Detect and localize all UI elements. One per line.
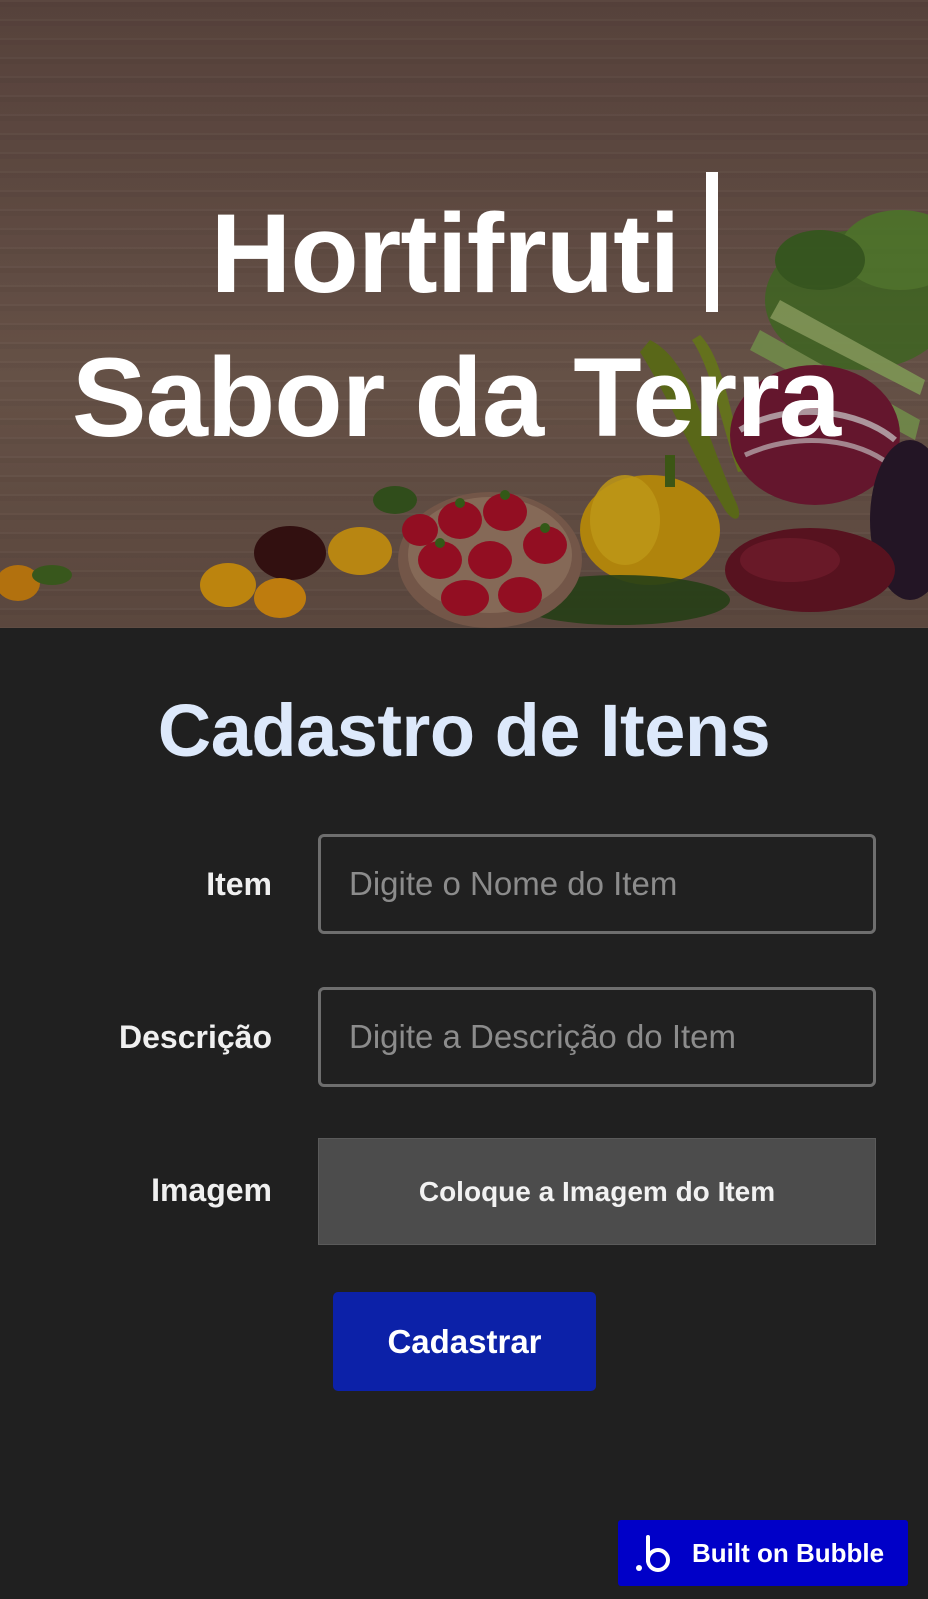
- item-name-input[interactable]: [318, 834, 876, 934]
- hero-title-line1-text: Hortifruti: [210, 191, 680, 316]
- hero-title-line2: Sabor da Terra: [71, 335, 841, 460]
- hero-title-line1: Hortifruti: [0, 172, 928, 312]
- image-upload-button[interactable]: Coloque a Imagem do Item: [318, 1138, 876, 1245]
- item-label: Item: [206, 866, 272, 902]
- description-label: Descrição: [119, 1019, 272, 1055]
- bubble-logo-icon: [636, 1535, 670, 1572]
- title-divider: [705, 172, 718, 312]
- submit-button[interactable]: Cadastrar: [333, 1292, 596, 1391]
- bubble-badge-label: Built on Bubble: [692, 1537, 885, 1568]
- image-label: Imagem: [151, 1172, 272, 1208]
- page: Hortifruti Sabor da Terra Cadastro de It…: [0, 0, 928, 1599]
- hero-banner: Hortifruti Sabor da Terra: [0, 0, 928, 628]
- form-title: Cadastro de Itens: [157, 689, 771, 772]
- built-on-bubble-badge[interactable]: Built on Bubble: [618, 1520, 908, 1586]
- description-input[interactable]: [318, 987, 876, 1087]
- image-upload-label: Coloque a Imagem do Item: [418, 1175, 776, 1207]
